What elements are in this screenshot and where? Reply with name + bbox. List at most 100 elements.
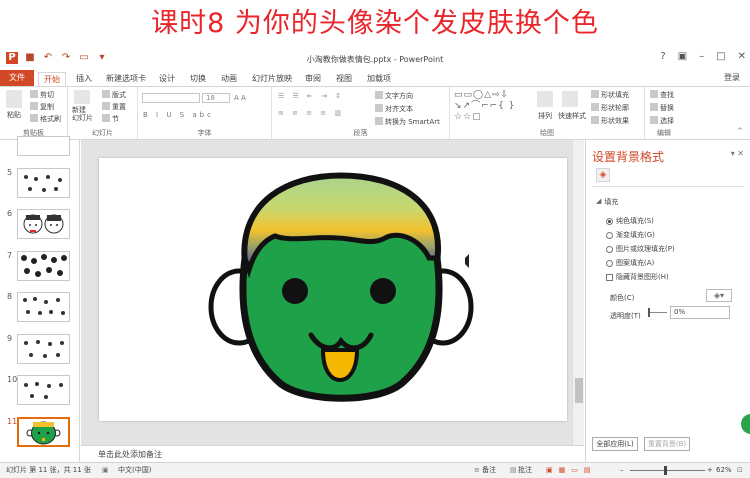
align-text-button[interactable]: 对齐文本: [375, 104, 413, 114]
shape-fill-button[interactable]: 形状填充: [591, 90, 629, 100]
quick-styles-icon[interactable]: [562, 91, 578, 107]
scissors-icon: [30, 90, 38, 98]
font-size-grow-icon[interactable]: A A: [234, 94, 246, 102]
vertical-scrollbar[interactable]: [572, 140, 584, 445]
zoom-out-icon[interactable]: –: [620, 463, 624, 478]
fit-slide-icon[interactable]: ⊡: [737, 463, 743, 478]
slide-canvas[interactable]: [99, 158, 567, 421]
radio-pattern[interactable]: [606, 259, 613, 267]
radio-solid[interactable]: [606, 217, 613, 225]
zoom-slider-knob[interactable]: [664, 466, 667, 475]
close-icon[interactable]: ✕: [738, 51, 746, 62]
tab-slideshow[interactable]: 幻灯片放映: [252, 72, 292, 86]
copy-button[interactable]: 复制: [30, 102, 54, 112]
quick-styles-button[interactable]: 快速样式: [558, 111, 586, 121]
floating-assistant-icon[interactable]: [741, 414, 750, 434]
text-direction-button[interactable]: 文字方向: [375, 91, 413, 101]
paint-bucket-icon[interactable]: ◈: [596, 168, 610, 182]
color-picker-button[interactable]: ◈▾: [706, 289, 732, 302]
slide-editor: [81, 140, 584, 445]
slide-thumbnail[interactable]: [17, 168, 70, 198]
avatar-face-drawing[interactable]: [99, 158, 567, 421]
cut-button[interactable]: 剪切: [30, 90, 54, 100]
zoom-in-icon[interactable]: +: [707, 463, 713, 478]
tab-new[interactable]: 新建选项卡: [106, 72, 146, 86]
help-icon[interactable]: ?: [660, 51, 665, 62]
list-buttons[interactable]: ☰ ☰ ⇤ ⇥ ↕: [278, 92, 344, 100]
shape-outline-label: 形状轮廓: [601, 104, 629, 112]
slide-thumbnail[interactable]: [17, 209, 70, 239]
tab-file[interactable]: 文件: [0, 70, 34, 86]
notes-icon[interactable]: ≡: [474, 463, 480, 478]
tab-design[interactable]: 设计: [159, 72, 175, 86]
font-style-buttons[interactable]: B I U S abc: [143, 111, 214, 119]
fill-label: 填充: [604, 198, 619, 206]
reset-background-button[interactable]: 重置背景(B): [644, 437, 690, 451]
transparency-slider[interactable]: [649, 312, 667, 313]
slider-knob[interactable]: [648, 308, 650, 317]
slide-thumbnail[interactable]: [17, 136, 70, 156]
smartart-button[interactable]: 转换为 SmartArt: [375, 117, 440, 127]
minimize-icon[interactable]: –: [699, 51, 704, 62]
radio-picture[interactable]: [606, 245, 613, 253]
tab-view[interactable]: 视图: [336, 72, 352, 86]
zoom-slider[interactable]: [630, 470, 705, 471]
picture-fill-option[interactable]: 图片或纹理填充(P): [606, 244, 675, 254]
tab-animations[interactable]: 动画: [221, 72, 237, 86]
transparency-input[interactable]: 0%: [670, 306, 730, 319]
thumb-number: 10: [7, 375, 18, 384]
font-size-combo[interactable]: 18: [202, 93, 230, 103]
notes-toggle[interactable]: 备注: [482, 463, 496, 478]
ribbon-tabs: 文件 开始 插入 新建选项卡 设计 切换 动画 幻灯片放映 审阅 视图 加载项 …: [0, 70, 750, 86]
shapes-gallery[interactable]: ▭▭◯△⇨⇩ ↘↗⌒⌐⌐{ }☆☆▢: [454, 90, 530, 124]
slide-thumbnail[interactable]: [17, 375, 70, 405]
slide-thumbnail[interactable]: [17, 334, 70, 364]
tab-transitions[interactable]: 切换: [190, 72, 206, 86]
shape-effects-button[interactable]: 形状效果: [591, 116, 629, 126]
notes-placeholder[interactable]: 单击此处添加备注: [81, 445, 584, 462]
scrollbar-thumb[interactable]: [575, 378, 583, 403]
view-buttons[interactable]: ▣▦▭▤: [546, 463, 596, 478]
language-indicator[interactable]: 中文(中国): [118, 463, 151, 478]
select-button[interactable]: 选择: [650, 116, 674, 126]
tab-review[interactable]: 审阅: [305, 72, 321, 86]
ribbon-display-icon[interactable]: ▣: [678, 51, 687, 62]
tab-home[interactable]: 开始: [38, 72, 66, 86]
zoom-level[interactable]: 62%: [716, 463, 732, 478]
comments-toggle[interactable]: 批注: [518, 463, 532, 478]
tab-addins[interactable]: 加载项: [367, 72, 391, 86]
new-slide-icon[interactable]: [74, 90, 90, 104]
replace-button[interactable]: 替换: [650, 103, 674, 113]
layout-button[interactable]: 版式: [102, 90, 126, 100]
shape-outline-button[interactable]: 形状轮廓: [591, 103, 629, 113]
pattern-fill-option[interactable]: 图案填充(A): [606, 258, 654, 268]
slide-thumbnail[interactable]: [17, 251, 70, 281]
section-button[interactable]: 节: [102, 114, 119, 124]
apply-to-all-button[interactable]: 全部应用(L): [592, 437, 638, 451]
maximize-icon[interactable]: □: [716, 51, 725, 62]
arrange-icon[interactable]: [537, 91, 553, 107]
align-buttons[interactable]: ≡ ≡ ≡ ≡ ▥: [278, 109, 344, 117]
arrange-button[interactable]: 排列: [538, 111, 552, 121]
spell-check-icon[interactable]: ▣: [102, 463, 109, 478]
font-name-combo[interactable]: [142, 93, 200, 103]
paste-icon[interactable]: [6, 90, 22, 108]
slide-thumbnail[interactable]: [17, 292, 70, 322]
paste-button[interactable]: 粘贴: [7, 110, 21, 120]
gradient-fill-option[interactable]: 渐变填充(G): [606, 230, 655, 240]
solid-fill-option[interactable]: 纯色填充(S): [606, 216, 654, 226]
new-slide-button[interactable]: 新建 幻灯片: [72, 106, 93, 122]
radio-gradient[interactable]: [606, 231, 613, 239]
format-painter-button[interactable]: 格式刷: [30, 114, 61, 124]
checkbox[interactable]: [606, 273, 613, 281]
find-button[interactable]: 查找: [650, 90, 674, 100]
collapse-ribbon-icon[interactable]: ^: [737, 127, 743, 135]
comments-icon[interactable]: ▤: [510, 463, 517, 478]
tab-insert[interactable]: 插入: [76, 72, 92, 86]
login-link[interactable]: 登录: [724, 72, 740, 83]
slide-thumbnail-selected[interactable]: [17, 417, 70, 447]
reset-button[interactable]: 重置: [102, 102, 126, 112]
pane-controls[interactable]: ▾ ✕: [731, 149, 744, 158]
fill-section-header[interactable]: ◢ 填充: [596, 197, 618, 207]
hide-background-graphics[interactable]: 隐藏背景图形(H): [606, 272, 669, 282]
